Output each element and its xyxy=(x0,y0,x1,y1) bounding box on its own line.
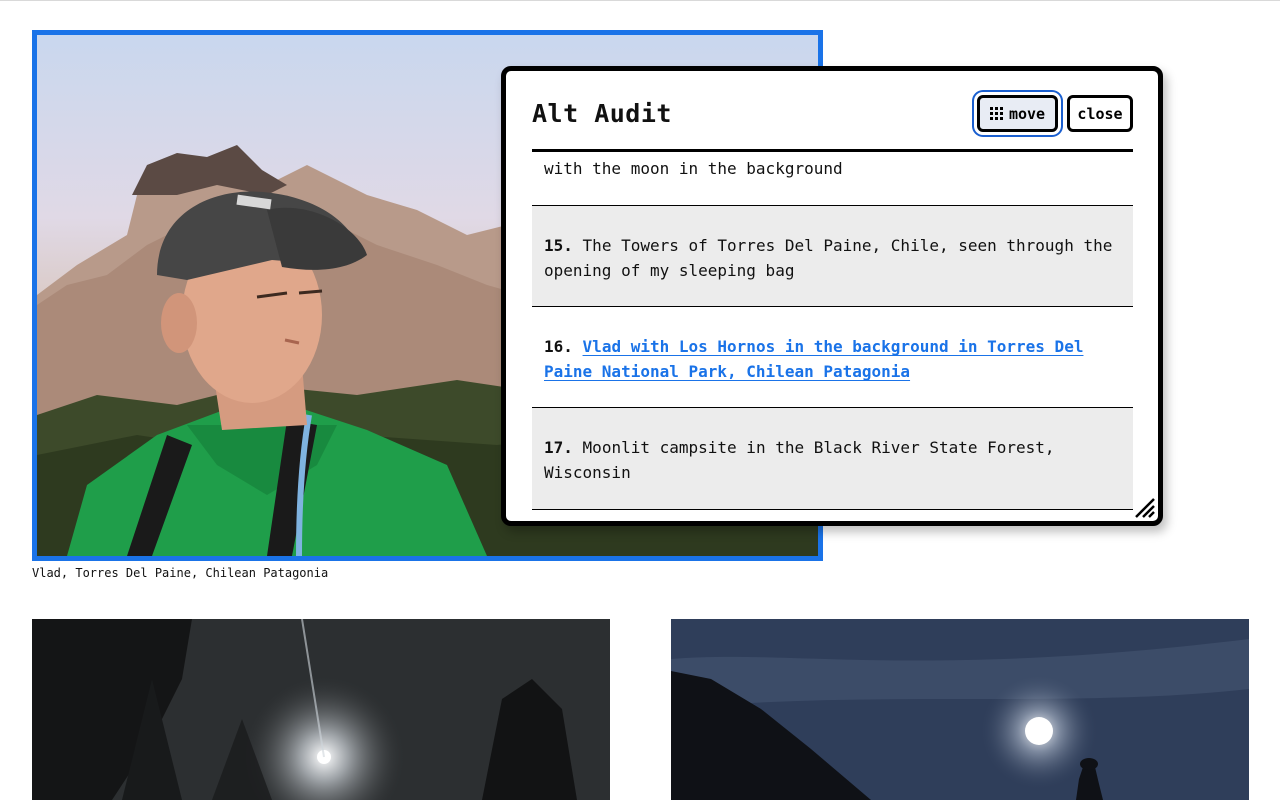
photo-moon-silhouette[interactable] xyxy=(671,619,1249,800)
item-number: 15. xyxy=(544,236,573,255)
close-button[interactable]: close xyxy=(1067,95,1133,132)
photo-moonlit-forest[interactable] xyxy=(32,619,610,800)
item-text: The Towers of Torres Del Paine, Chile, s… xyxy=(544,236,1113,280)
alt-text-list[interactable]: with the moon in the background 15. The … xyxy=(532,149,1133,515)
item-text: Moonlit campsite in the Black River Stat… xyxy=(544,438,1055,482)
item-link[interactable]: Vlad with Los Hornos in the background i… xyxy=(544,337,1083,381)
panel-title: Alt Audit xyxy=(532,99,672,128)
item-number: 16. xyxy=(544,337,573,356)
item-number: 17. xyxy=(544,438,573,457)
alt-audit-panel: Alt Audit move close with the moon in th… xyxy=(501,66,1163,526)
list-item: 16. Vlad with Los Hornos in the backgrou… xyxy=(532,307,1133,408)
item-text: with the moon in the background xyxy=(544,159,843,178)
featured-photo-caption: Vlad, Torres Del Paine, Chilean Patagoni… xyxy=(32,566,329,580)
list-item: 15. The Towers of Torres Del Paine, Chil… xyxy=(532,206,1133,307)
list-item: 17. Moonlit campsite in the Black River … xyxy=(532,408,1133,510)
list-item: with the moon in the background xyxy=(532,152,1133,206)
move-button-label: move xyxy=(1008,104,1046,123)
close-button-label: close xyxy=(1077,104,1123,123)
grip-dots-icon xyxy=(989,107,1003,120)
move-button[interactable]: move xyxy=(977,95,1058,132)
resize-handle-icon[interactable] xyxy=(1134,497,1156,519)
top-divider xyxy=(0,0,1280,1)
